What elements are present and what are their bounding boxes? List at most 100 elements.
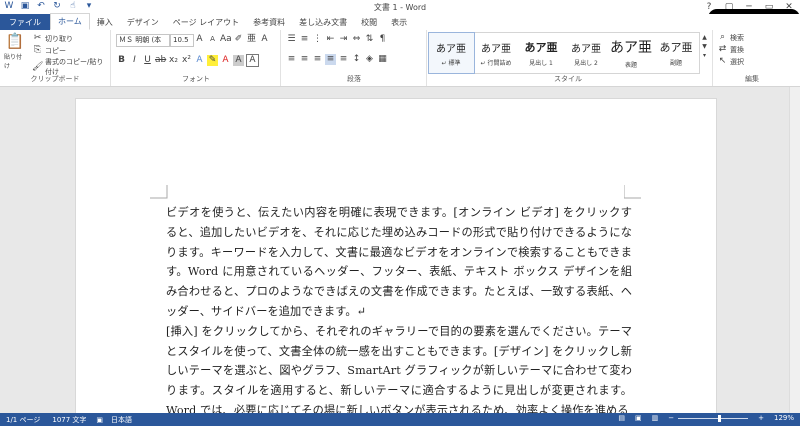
- style-preview: あア亜: [610, 40, 652, 56]
- page-count[interactable]: 1/1 ページ: [6, 415, 40, 425]
- numbering-icon[interactable]: ≡: [299, 34, 310, 45]
- tab-review[interactable]: 校閲: [354, 14, 384, 30]
- vertical-scrollbar[interactable]: [789, 87, 800, 413]
- document-paragraph-1[interactable]: ビデオを使うと、伝えたい内容を明確に表現できます。[オンライン ビデオ] をクリ…: [166, 203, 632, 322]
- tab-insert[interactable]: 挿入: [90, 14, 120, 30]
- copy-icon: ⎘: [33, 45, 42, 55]
- document-page[interactable]: ビデオを使うと、伝えたい内容を明確に表現できます。[オンライン ビデオ] をクリ…: [75, 98, 717, 417]
- style-preview: あア亜: [436, 43, 466, 55]
- change-case-icon[interactable]: Aa: [220, 34, 232, 45]
- shading-icon[interactable]: ◈: [364, 54, 375, 65]
- read-mode-icon[interactable]: ▤: [618, 414, 625, 422]
- clipboard-group-label: クリップボード: [30, 75, 80, 83]
- line-spacing-icon[interactable]: ↕: [351, 54, 362, 65]
- italic-icon[interactable]: I: [129, 55, 140, 66]
- highlight-icon[interactable]: ✎: [207, 55, 218, 66]
- shrink-font-icon[interactable]: A: [207, 34, 218, 45]
- scroll-down-icon[interactable]: ▼: [699, 43, 710, 51]
- align-left-icon[interactable]: ≡: [286, 54, 297, 65]
- style-subtitle[interactable]: あア亜 副題: [654, 33, 699, 73]
- cut-button[interactable]: ✂ 切り取り: [32, 33, 73, 44]
- bold-icon[interactable]: B: [116, 55, 127, 66]
- zoom-slider[interactable]: [678, 414, 749, 422]
- styles-scroll: ▲ ▼ ▾: [699, 34, 710, 60]
- zoom-out-button[interactable]: −: [668, 414, 674, 422]
- document-paragraph-2[interactable]: [挿入] をクリックしてから、それぞれのギャラリーで目的の要素を選んでください。…: [166, 322, 632, 421]
- style-name: 副題: [669, 60, 682, 67]
- word-count[interactable]: 1077 文字: [52, 415, 86, 425]
- increase-indent-icon[interactable]: ⇥: [338, 34, 349, 45]
- text-effects-icon[interactable]: A: [194, 55, 205, 66]
- font-name-combo[interactable]: ＭＳ 明朝 (本: [116, 34, 170, 47]
- tab-view[interactable]: 表示: [384, 14, 414, 30]
- underline-icon[interactable]: U: [142, 55, 153, 66]
- style-preview: あア亜: [659, 41, 693, 54]
- select-arrow-icon: ↖: [718, 56, 727, 66]
- enclose-char-icon[interactable]: A: [259, 34, 270, 45]
- ruler-area: [0, 87, 790, 97]
- tab-file[interactable]: ファイル: [0, 14, 50, 30]
- zoom-slider-thumb[interactable]: [718, 414, 722, 422]
- grow-font-icon[interactable]: A: [194, 34, 205, 45]
- paragraph-group: ☰ ≡ ⋮ ⇤ ⇥ ⇔ ⇅ ¶ ≡ ≡ ≡ ≡ ≡ ↕ ◈ ▦ 段落: [282, 30, 427, 86]
- tab-home[interactable]: ホーム: [50, 13, 90, 30]
- document-body[interactable]: ビデオを使うと、伝えたい内容を明確に表現できます。[オンライン ビデオ] をクリ…: [166, 203, 632, 421]
- multilevel-list-icon[interactable]: ⋮: [312, 34, 323, 45]
- status-bar: 1/1 ページ 1077 文字 ▣ 日本語 ▤ ▣ ▥ − + 129%: [0, 413, 800, 426]
- superscript-icon[interactable]: x²: [181, 55, 192, 66]
- styles-group-label: スタイル: [554, 75, 582, 83]
- tab-mailings[interactable]: 差し込み文書: [292, 14, 354, 30]
- sort-icon[interactable]: ⇅: [364, 34, 375, 45]
- char-border-icon[interactable]: A: [246, 54, 259, 67]
- search-icon: ⌕: [719, 32, 726, 42]
- window-title: 文書 1 - Word: [373, 3, 427, 12]
- style-title[interactable]: あア亜 表題: [609, 33, 654, 73]
- web-layout-icon[interactable]: ▥: [652, 414, 659, 422]
- zoom-level[interactable]: 129%: [774, 414, 794, 422]
- find-button[interactable]: ⌕ 検索: [717, 32, 744, 43]
- show-marks-icon[interactable]: ¶: [377, 34, 388, 45]
- char-shading-icon[interactable]: A: [233, 55, 244, 66]
- style-no-spacing[interactable]: あア亜 ↵ 行間詰め: [474, 33, 519, 73]
- margin-corner-top-right: [624, 185, 641, 199]
- find-label: 検索: [730, 33, 744, 42]
- tab-page-layout[interactable]: ページ レイアウト: [166, 14, 246, 30]
- font-color-icon[interactable]: A: [220, 55, 231, 66]
- style-heading-2[interactable]: あア亜 見出し 2: [564, 33, 609, 73]
- ribbon: 📋 貼り付け ✂ 切り取り ⎘ コピー 🖌 書式のコピー/貼り付け クリップボー…: [0, 30, 800, 87]
- borders-icon[interactable]: ▦: [377, 54, 388, 65]
- style-name: 見出し 2: [574, 59, 598, 67]
- title-bar: W ▣ ↶ ↻ ☝ ▾ 文書 1 - Word ? ▢ ─ ▭ ✕: [0, 0, 800, 14]
- paste-button[interactable]: 📋 貼り付け: [4, 32, 26, 70]
- brush-icon: 🖌: [32, 61, 44, 72]
- print-layout-icon[interactable]: ▣: [635, 414, 642, 422]
- align-center-icon[interactable]: ≡: [299, 54, 310, 65]
- zoom-controls: ▤ ▣ ▥ − + 129%: [612, 414, 794, 422]
- scroll-up-icon[interactable]: ▲: [699, 34, 710, 42]
- tab-references[interactable]: 参考資料: [246, 14, 292, 30]
- tab-design[interactable]: デザイン: [120, 14, 166, 30]
- zoom-in-button[interactable]: +: [758, 414, 764, 422]
- style-heading-1[interactable]: あア亜 見出し 1: [519, 33, 564, 73]
- clear-format-icon[interactable]: ✐: [233, 34, 244, 45]
- copy-button[interactable]: ⎘ コピー: [32, 45, 66, 56]
- style-normal[interactable]: あア亜 ↵ 標準: [428, 32, 475, 74]
- font-size-combo[interactable]: 10.5: [170, 34, 194, 47]
- select-button[interactable]: ↖ 選択: [717, 56, 744, 67]
- distribute-icon[interactable]: ≡: [338, 54, 349, 65]
- justify-icon[interactable]: ≡: [325, 54, 336, 65]
- strikethrough-icon[interactable]: ab: [155, 55, 166, 66]
- phonetic-guide-icon[interactable]: 亜: [246, 34, 257, 45]
- font-group: ＭＳ 明朝 (本 10.5 A A Aa ✐ 亜 A B I U ab x₂ x…: [112, 30, 281, 86]
- subscript-icon[interactable]: x₂: [168, 55, 179, 66]
- proofing-icon[interactable]: ▣: [96, 416, 103, 424]
- bullets-icon[interactable]: ☰: [286, 34, 297, 45]
- more-styles-icon[interactable]: ▾: [699, 52, 710, 60]
- decrease-indent-icon[interactable]: ⇤: [325, 34, 336, 45]
- list-buttons: ☰ ≡ ⋮ ⇤ ⇥ ⇔ ⇅ ¶: [286, 34, 388, 45]
- style-preview: あア亜: [571, 43, 601, 55]
- distributed-icon[interactable]: ⇔: [351, 34, 362, 45]
- language-indicator[interactable]: 日本語: [111, 415, 132, 425]
- replace-button[interactable]: ⇄ 置換: [717, 44, 744, 55]
- align-right-icon[interactable]: ≡: [312, 54, 323, 65]
